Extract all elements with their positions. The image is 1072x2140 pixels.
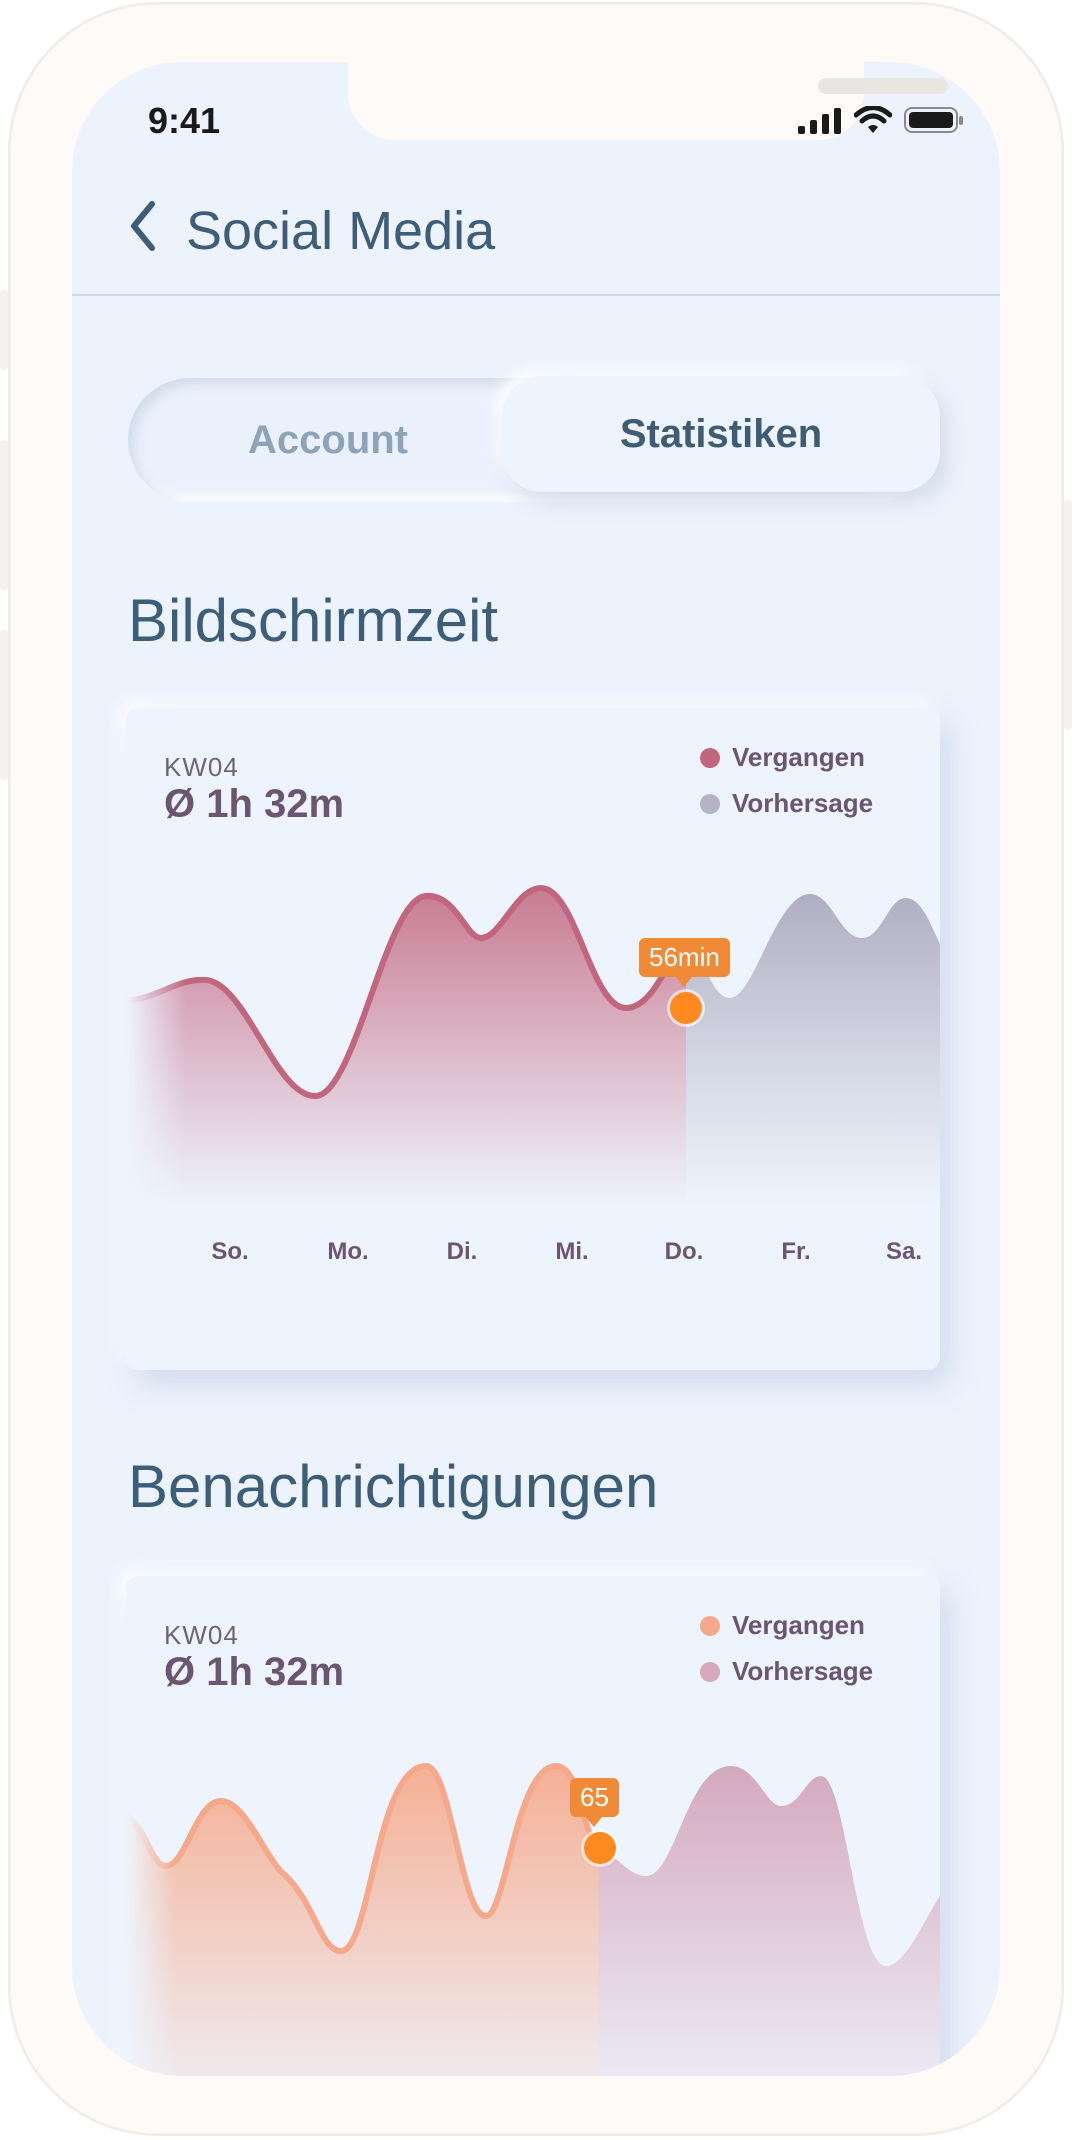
notifications-card: KW04 Ø 1h 32m Vergangen Vorhersage 65 <box>126 1576 940 2076</box>
notifications-chart <box>126 1726 940 2076</box>
x-tick-di: Di. <box>446 1238 478 1265</box>
signal-icon <box>798 108 841 134</box>
x-tick-so: So. <box>211 1238 249 1265</box>
screen: 9:41 Social Media Account Statistiken Bi… <box>72 62 1000 2076</box>
x-tick-fr: Fr. <box>781 1238 811 1265</box>
chart-tooltip: 65 <box>570 1778 619 1827</box>
wifi-icon <box>854 106 892 133</box>
chart-edge-fade <box>126 858 186 1208</box>
status-time: 9:41 <box>148 100 221 141</box>
series-vorhersage-area <box>599 1766 940 2076</box>
back-chevron-icon[interactable] <box>118 152 168 262</box>
screen-time-chart <box>126 858 940 1208</box>
x-tick-mo: Mo. <box>327 1238 369 1265</box>
battery-icon <box>904 107 963 133</box>
power-button <box>1064 500 1072 730</box>
volume-down-button <box>0 630 8 780</box>
tab-statistiken[interactable]: Statistiken <box>502 376 940 492</box>
chart-tooltip: 56min <box>639 938 730 987</box>
notch <box>348 62 1000 140</box>
chart-edge-fade <box>126 1726 176 2076</box>
current-value-marker[interactable] <box>584 1832 616 1864</box>
x-tick-mi: Mi. <box>555 1238 589 1265</box>
section-title-notifications: Benachrichtigungen <box>128 1453 659 1520</box>
x-tick-do: Do. <box>664 1238 704 1265</box>
screen-time-card: KW04 Ø 1h 32m Vergangen Vorhersage 56min… <box>126 708 940 1370</box>
section-title-screen-time: Bildschirmzeit <box>128 587 499 654</box>
x-tick-sa: Sa. <box>885 1238 923 1265</box>
page-title: Social Media <box>186 201 496 261</box>
speaker <box>818 78 948 94</box>
volume-up-button <box>0 440 8 590</box>
tab-account[interactable]: Account <box>138 388 518 492</box>
current-value-marker[interactable] <box>670 992 702 1024</box>
status-icons <box>798 106 964 134</box>
series-vergangen-area <box>126 888 686 1208</box>
mute-switch <box>0 290 8 370</box>
